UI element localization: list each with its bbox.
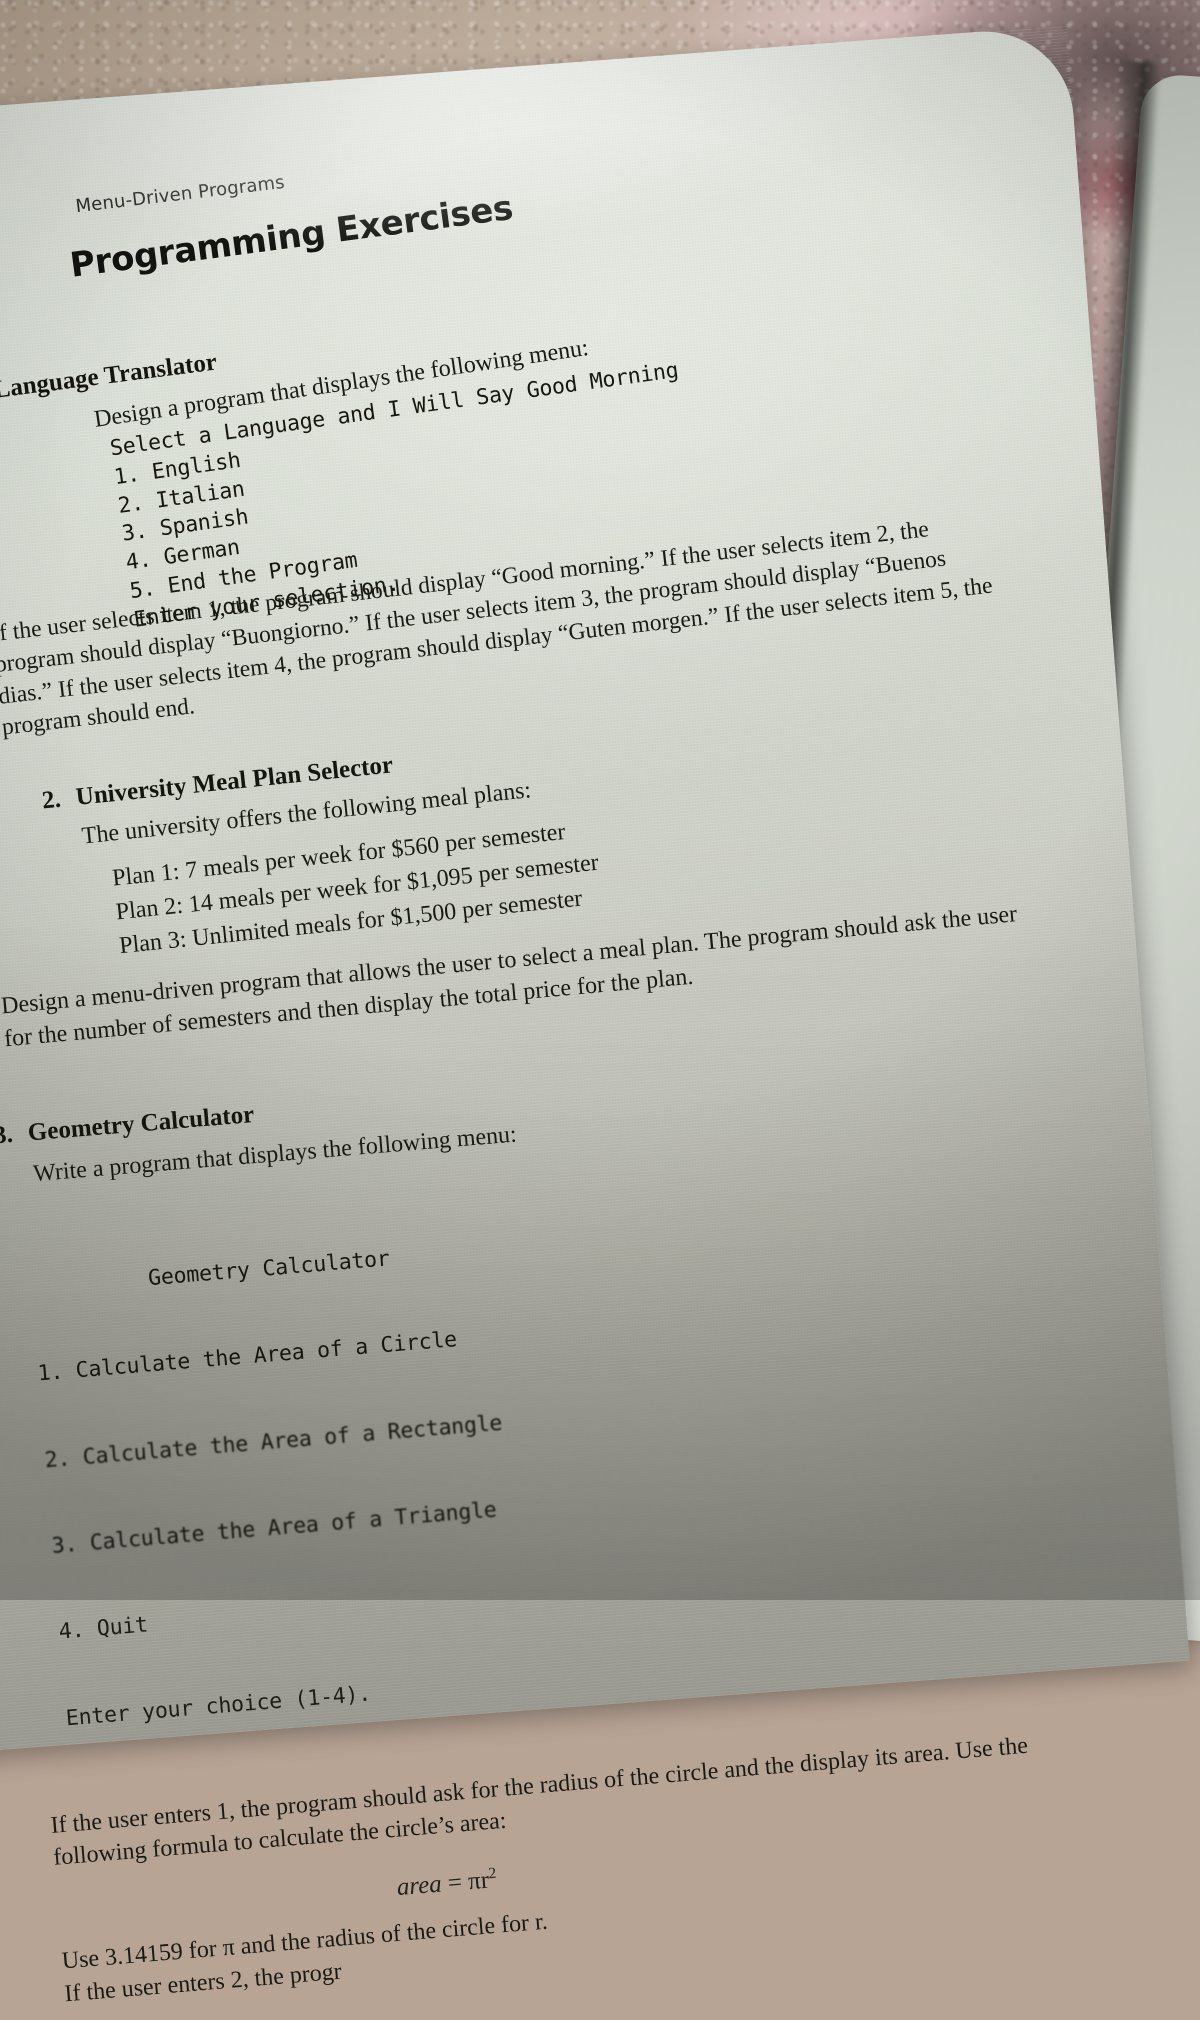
formula-expression: πr xyxy=(467,1866,491,1896)
exercise-2-number: 2. xyxy=(40,785,63,815)
exercise-1: 1.Language Translator Design a program t… xyxy=(0,254,994,740)
page-content: hapter 11 Menu-Driven Programs eoNote La… xyxy=(0,25,1190,2007)
exercise-3-number: 3. xyxy=(0,1120,14,1150)
exercise-3-menu-listing: Geometry Calculator 1. Calculate the Are… xyxy=(25,1132,1105,1791)
menu-item: 2. Calculate the Area of a Rectangle xyxy=(43,1410,504,1473)
menu-item: 1. Calculate the Area of a Circle xyxy=(36,1327,458,1387)
menu-title: Geometry Calculator xyxy=(147,1246,391,1291)
running-head-title: Menu-Driven Programs xyxy=(74,171,286,218)
formula-equals: = xyxy=(446,1868,464,1897)
running-head-chapter: hapter 11 xyxy=(0,218,2,248)
menu-item: 4. Quit xyxy=(57,1612,149,1645)
formula-label: area xyxy=(395,1870,443,1902)
exercise-2: 2. University Meal Plan Selector The univ… xyxy=(0,689,1018,1052)
textbook-page: hapter 11 Menu-Driven Programs eoNote La… xyxy=(0,25,1190,2007)
menu-prompt: Enter your choice (1-4). xyxy=(64,1681,372,1732)
exercise-3-title-text: Geometry Calculator xyxy=(26,1100,256,1147)
menu-item: 3. Calculate the Area of a Triangle xyxy=(50,1497,498,1559)
exercise-3: 3. Geometry Calculator Write a program th… xyxy=(0,1036,1122,2011)
formula-exponent: 2 xyxy=(487,1864,497,1883)
